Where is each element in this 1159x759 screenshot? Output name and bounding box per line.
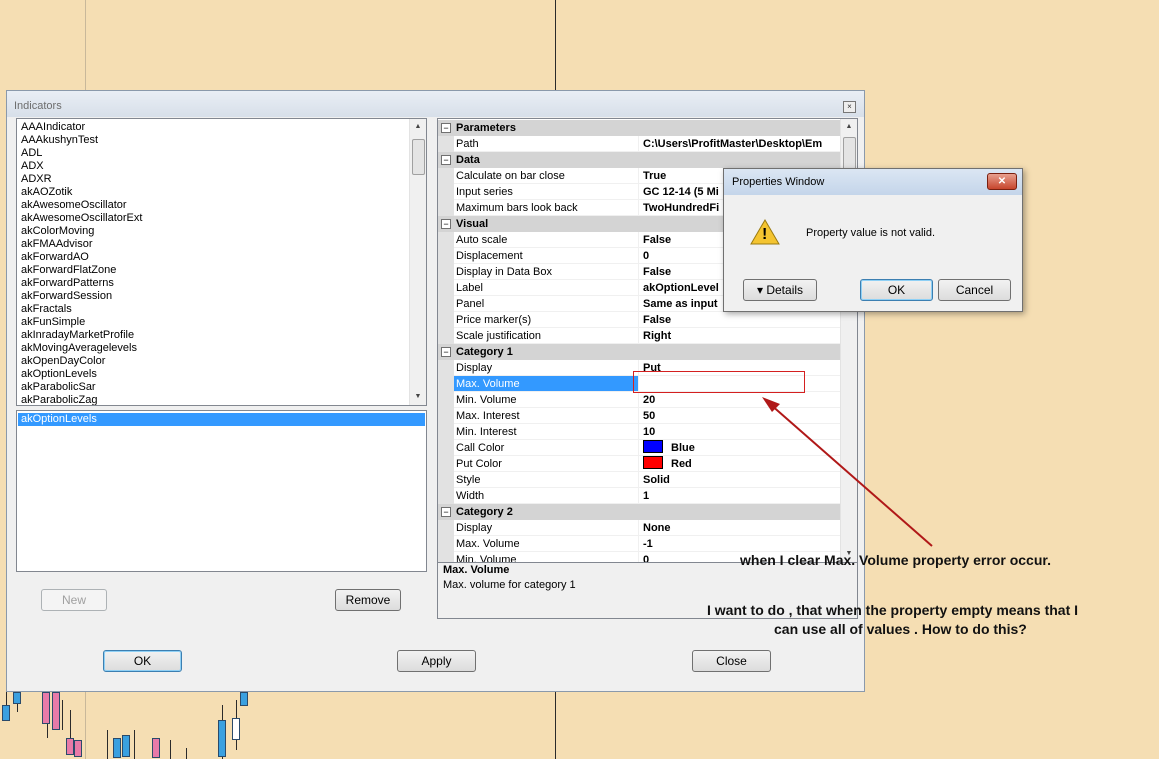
- annotation-line-3: can use all of values . How to do this?: [774, 621, 1027, 637]
- annotation-arrow: [762, 397, 933, 547]
- annotation-line-1: when I clear Max. Volume property error …: [740, 552, 1051, 568]
- annotation-line-2: I want to do , that when the property em…: [707, 602, 1079, 618]
